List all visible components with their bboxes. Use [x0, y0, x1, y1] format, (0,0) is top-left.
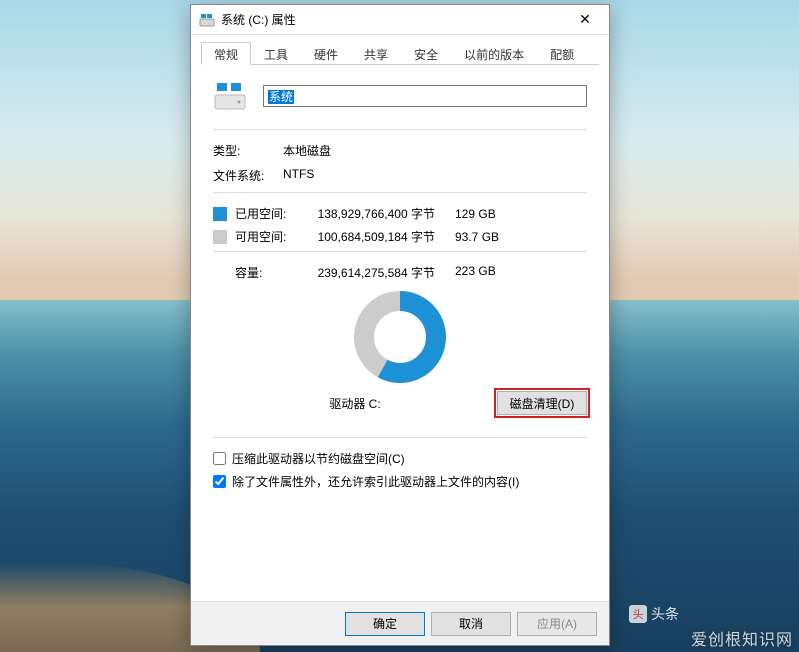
dialog-button-bar: 确定 取消 应用(A) — [191, 601, 609, 645]
apply-button[interactable]: 应用(A) — [517, 612, 597, 636]
tab-content: 系统 类型: 本地磁盘 文件系统: NTFS 已用空间: 138,929,766… — [191, 65, 609, 601]
drive-letter-label: 驱动器 C: — [213, 395, 497, 412]
tab-general[interactable]: 常规 — [201, 42, 251, 65]
titlebar: 系统 (C:) 属性 ✕ — [191, 5, 609, 35]
compress-checkbox-row[interactable]: 压缩此驱动器以节约磁盘空间(C) — [213, 450, 587, 467]
properties-dialog: 系统 (C:) 属性 ✕ 常规 工具 硬件 共享 安全 以前的版本 配额 — [190, 4, 610, 646]
used-bytes: 138,929,766,400 字节 — [305, 205, 455, 222]
free-label: 可用空间: — [235, 228, 305, 245]
tab-previous-versions[interactable]: 以前的版本 — [451, 42, 537, 65]
filesystem-label: 文件系统: — [213, 167, 283, 184]
drive-name-value: 系统 — [268, 90, 294, 104]
tabs-container: 常规 工具 硬件 共享 安全 以前的版本 配额 — [191, 35, 609, 65]
tab-sharing[interactable]: 共享 — [351, 42, 401, 65]
drive-name-input[interactable]: 系统 — [263, 85, 587, 107]
disk-cleanup-button[interactable]: 磁盘清理(D) — [497, 391, 587, 415]
index-checkbox[interactable] — [213, 475, 226, 488]
free-swatch-icon — [213, 230, 227, 244]
type-value: 本地磁盘 — [283, 142, 331, 159]
close-button[interactable]: ✕ — [563, 6, 607, 34]
tab-hardware[interactable]: 硬件 — [301, 42, 351, 65]
ok-button[interactable]: 确定 — [345, 612, 425, 636]
tab-quota[interactable]: 配额 — [537, 42, 587, 65]
capacity-bytes: 239,614,275,584 字节 — [305, 264, 455, 281]
index-checkbox-row[interactable]: 除了文件属性外，还允许索引此驱动器上文件的内容(I) — [213, 473, 587, 490]
used-label: 已用空间: — [235, 205, 305, 222]
capacity-gb: 223 GB — [455, 264, 515, 281]
svg-text:头: 头 — [633, 608, 644, 621]
type-label: 类型: — [213, 142, 283, 159]
usage-donut-chart — [213, 289, 587, 385]
window-title: 系统 (C:) 属性 — [221, 11, 563, 28]
used-swatch-icon — [213, 207, 227, 221]
index-label: 除了文件属性外，还允许索引此驱动器上文件的内容(I) — [232, 473, 519, 490]
divider — [213, 192, 587, 193]
used-gb: 129 GB — [455, 207, 515, 221]
tab-security[interactable]: 安全 — [401, 42, 451, 65]
divider — [213, 129, 587, 130]
drive-icon — [199, 12, 215, 28]
capacity-label: 容量: — [213, 264, 305, 281]
filesystem-value: NTFS — [283, 167, 314, 184]
free-gb: 93.7 GB — [455, 230, 515, 244]
free-bytes: 100,684,509,184 字节 — [305, 228, 455, 245]
divider — [213, 437, 587, 438]
divider — [213, 251, 587, 252]
drive-large-icon — [213, 79, 247, 113]
tab-tools[interactable]: 工具 — [251, 42, 301, 65]
cancel-button[interactable]: 取消 — [431, 612, 511, 636]
compress-checkbox[interactable] — [213, 452, 226, 465]
toutiao-watermark: 头 头条 — [629, 604, 679, 624]
compress-label: 压缩此驱动器以节约磁盘空间(C) — [232, 450, 405, 467]
watermark-text: 爱创根知识网 — [691, 626, 793, 650]
